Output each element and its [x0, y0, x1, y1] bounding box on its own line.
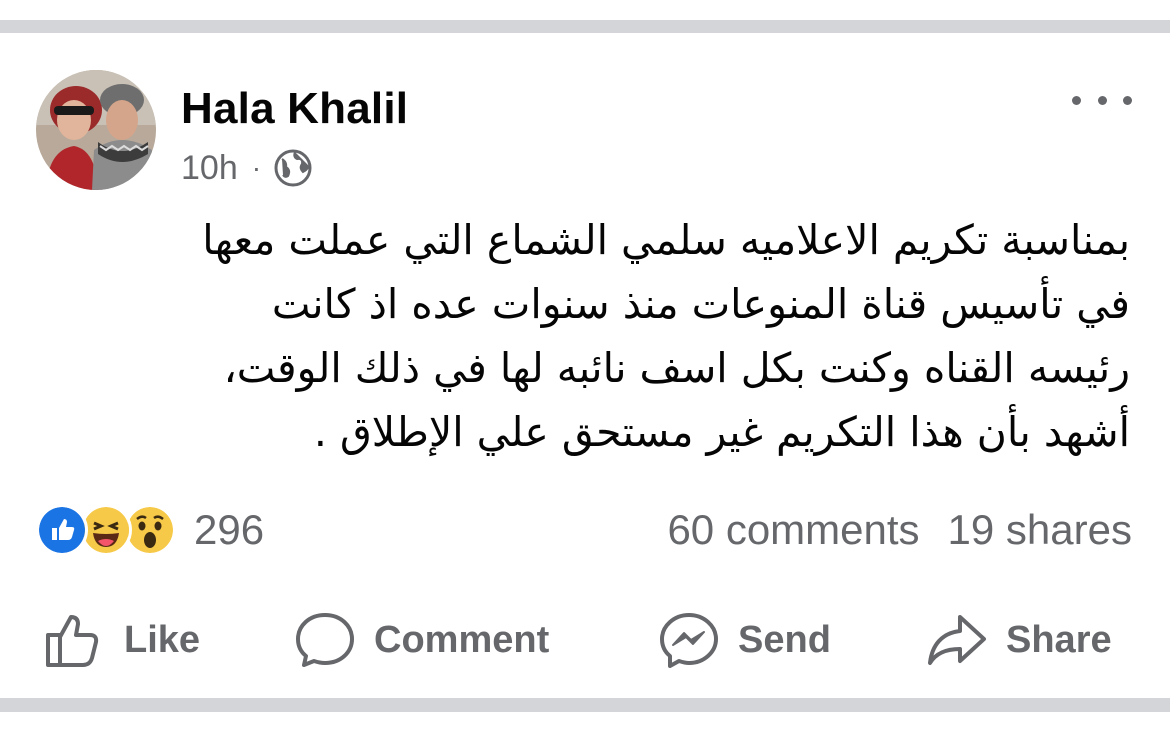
comments-count-link[interactable]: 60 comments: [667, 506, 919, 554]
post-body-text: بمناسبة تكريم الاعلاميه سلمي الشماع التي…: [202, 216, 1130, 456]
globe-icon: [273, 148, 313, 188]
feed-divider-top: [0, 20, 1170, 33]
like-icon: [46, 615, 99, 667]
feed-divider-bottom: [0, 698, 1170, 712]
messenger-icon: [660, 613, 718, 668]
send-label: Send: [738, 618, 831, 661]
share-button[interactable]: Share: [926, 604, 1112, 676]
like-button[interactable]: Like: [44, 604, 200, 676]
like-reaction-icon: [36, 504, 88, 556]
more-options-button[interactable]: [1072, 86, 1132, 114]
more-dot: [1097, 95, 1107, 105]
send-button[interactable]: Send: [658, 604, 831, 676]
more-dot: [1123, 95, 1132, 105]
like-label: Like: [124, 618, 201, 661]
comment-button[interactable]: Comment: [294, 604, 549, 676]
avatar[interactable]: [36, 70, 156, 190]
reaction-count: 296: [194, 506, 265, 553]
post-meta: 10h ·: [181, 146, 313, 190]
post-actions-bar: Like Comment Send Share: [0, 604, 1170, 676]
shares-count-link[interactable]: 19 shares: [948, 506, 1132, 554]
reactions-summary[interactable]: 296: [36, 502, 264, 558]
post-card: Hala Khalil 10h · بمناسبة تكريم الاعلامي…: [0, 0, 1170, 730]
reaction-icons: [36, 504, 176, 556]
comment-label: Comment: [374, 618, 550, 661]
share-label: Share: [1006, 618, 1112, 661]
meta-separator: ·: [251, 152, 262, 183]
comment-icon: [296, 613, 354, 667]
author-name[interactable]: Hala Khalil: [181, 84, 408, 134]
post-time[interactable]: 10h: [181, 149, 238, 188]
share-arrow-icon: [928, 615, 986, 665]
more-horizontal-icon: [1072, 95, 1081, 105]
engagement-stats: 60 comments 19 shares: [667, 502, 1132, 558]
